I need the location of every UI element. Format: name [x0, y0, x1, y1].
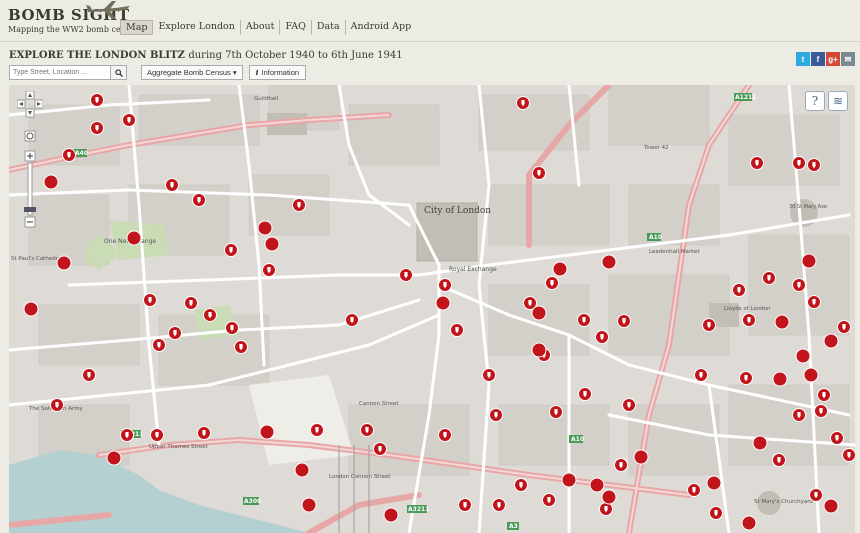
svg-text:Royal Exchange: Royal Exchange: [449, 266, 497, 273]
zoom-in-button[interactable]: [24, 150, 36, 162]
bomb-cluster-marker[interactable]: [561, 472, 577, 488]
social-links: t f g+ ✉: [796, 52, 855, 66]
bomb-cluster-marker[interactable]: [589, 477, 605, 493]
bomb-cluster-marker[interactable]: [801, 253, 817, 269]
zoom-out-button[interactable]: [24, 216, 36, 228]
svg-text:Guildhall: Guildhall: [254, 96, 279, 102]
zoom-control: [16, 90, 44, 245]
bomb-cluster-marker[interactable]: [706, 475, 722, 491]
svg-text:A1211: A1211: [735, 94, 756, 101]
bomb-cluster-marker[interactable]: [601, 489, 617, 505]
svg-text:A40: A40: [75, 150, 88, 157]
svg-text:Tower 42: Tower 42: [643, 145, 669, 151]
bomb-cluster-marker[interactable]: [43, 174, 59, 190]
search-input[interactable]: [10, 66, 110, 79]
bomb-cluster-marker[interactable]: [294, 462, 310, 478]
bomb-cluster-marker[interactable]: [552, 261, 568, 277]
main-nav: Map Explore London About FAQ Data Androi…: [120, 20, 416, 35]
svg-text:A300: A300: [244, 498, 261, 505]
search-box: [9, 65, 127, 80]
googleplus-icon[interactable]: g+: [826, 52, 840, 66]
bomb-cluster-marker[interactable]: [259, 424, 275, 440]
twitter-icon[interactable]: t: [796, 52, 810, 66]
map-controls: Aggregate Bomb Census ▾ iInformation: [9, 65, 307, 80]
info-icon: i: [255, 68, 259, 77]
bomb-cluster-marker[interactable]: [823, 498, 839, 514]
header: BOMB SIGHT Mapping the WW2 bomb census M…: [0, 0, 860, 42]
facebook-icon[interactable]: f: [811, 52, 825, 66]
information-label: Information: [261, 68, 300, 77]
svg-text:London Cannon Street: London Cannon Street: [329, 474, 391, 480]
svg-text:30 St Mary Axe: 30 St Mary Axe: [789, 204, 827, 210]
explore-title: EXPLORE THE LONDON BLITZ: [9, 50, 185, 61]
bomb-cluster-marker[interactable]: [752, 435, 768, 451]
svg-text:St Paul's Cathedral: St Paul's Cathedral: [11, 256, 63, 262]
zoom-slider-handle[interactable]: [24, 207, 36, 212]
bomb-cluster-marker[interactable]: [435, 295, 451, 311]
zoom-world-button[interactable]: [24, 130, 36, 142]
svg-text:Leadenhall Market: Leadenhall Market: [649, 249, 700, 255]
bomb-cluster-marker[interactable]: [795, 348, 811, 364]
nav-faq[interactable]: FAQ: [280, 20, 312, 35]
bomb-cluster-marker[interactable]: [531, 342, 547, 358]
explore-bar: EXPLORE THE LONDON BLITZ during 7th Octo…: [9, 50, 855, 82]
svg-text:Lloyds of London: Lloyds of London: [724, 306, 771, 312]
bomb-cluster-marker[interactable]: [741, 515, 757, 531]
map-canvas[interactable]: City of London One New Change St Paul's …: [9, 85, 855, 533]
svg-text:A10: A10: [571, 436, 584, 443]
bomb-cluster-marker[interactable]: [772, 371, 788, 387]
map-tools: ? ≋: [805, 91, 848, 111]
bomb-cluster-marker[interactable]: [257, 220, 273, 236]
search-button[interactable]: [110, 66, 126, 79]
svg-text:A3211: A3211: [408, 506, 429, 513]
bomber-plane-icon: [86, 1, 130, 19]
svg-text:A3: A3: [509, 523, 518, 530]
nav-data[interactable]: Data: [312, 20, 346, 35]
bomb-cluster-marker[interactable]: [23, 301, 39, 317]
bomb-cluster-marker[interactable]: [264, 236, 280, 252]
bomb-cluster-marker[interactable]: [301, 497, 317, 513]
information-button[interactable]: i Information: [248, 65, 307, 80]
svg-text:Upper Thames Street: Upper Thames Street: [149, 444, 209, 450]
layer-select[interactable]: Aggregate Bomb Census ▾: [141, 65, 243, 80]
email-icon[interactable]: ✉: [841, 52, 855, 66]
bomb-cluster-marker[interactable]: [106, 450, 122, 466]
layers-icon[interactable]: ≋: [828, 91, 848, 111]
explore-dates: during 7th October 1940 to 6th June 1941: [188, 50, 403, 61]
bomb-cluster-marker[interactable]: [774, 314, 790, 330]
nav-about[interactable]: About: [241, 20, 281, 35]
bomb-cluster-marker[interactable]: [803, 367, 819, 383]
nav-android-app[interactable]: Android App: [346, 20, 416, 35]
bomb-cluster-marker[interactable]: [126, 230, 142, 246]
svg-text:City of London: City of London: [424, 206, 491, 216]
bomb-cluster-marker[interactable]: [56, 255, 72, 271]
bomb-cluster-marker[interactable]: [633, 449, 649, 465]
svg-text:A10: A10: [649, 234, 662, 241]
bomb-cluster-marker[interactable]: [531, 305, 547, 321]
svg-text:St Mary's Churchyard: St Mary's Churchyard: [754, 499, 813, 505]
svg-text:Cannon Street: Cannon Street: [359, 401, 399, 407]
nav-explore-london[interactable]: Explore London: [153, 20, 241, 35]
map-tiles: City of London One New Change St Paul's …: [9, 85, 855, 533]
explore-heading: EXPLORE THE LONDON BLITZ during 7th Octo…: [9, 50, 855, 61]
bomb-cluster-marker[interactable]: [601, 254, 617, 270]
pan-control[interactable]: [16, 90, 44, 118]
search-icon: [114, 68, 123, 77]
bomb-cluster-marker[interactable]: [383, 507, 399, 523]
help-icon[interactable]: ?: [805, 91, 825, 111]
nav-map[interactable]: Map: [120, 20, 154, 35]
bomb-cluster-marker[interactable]: [823, 333, 839, 349]
